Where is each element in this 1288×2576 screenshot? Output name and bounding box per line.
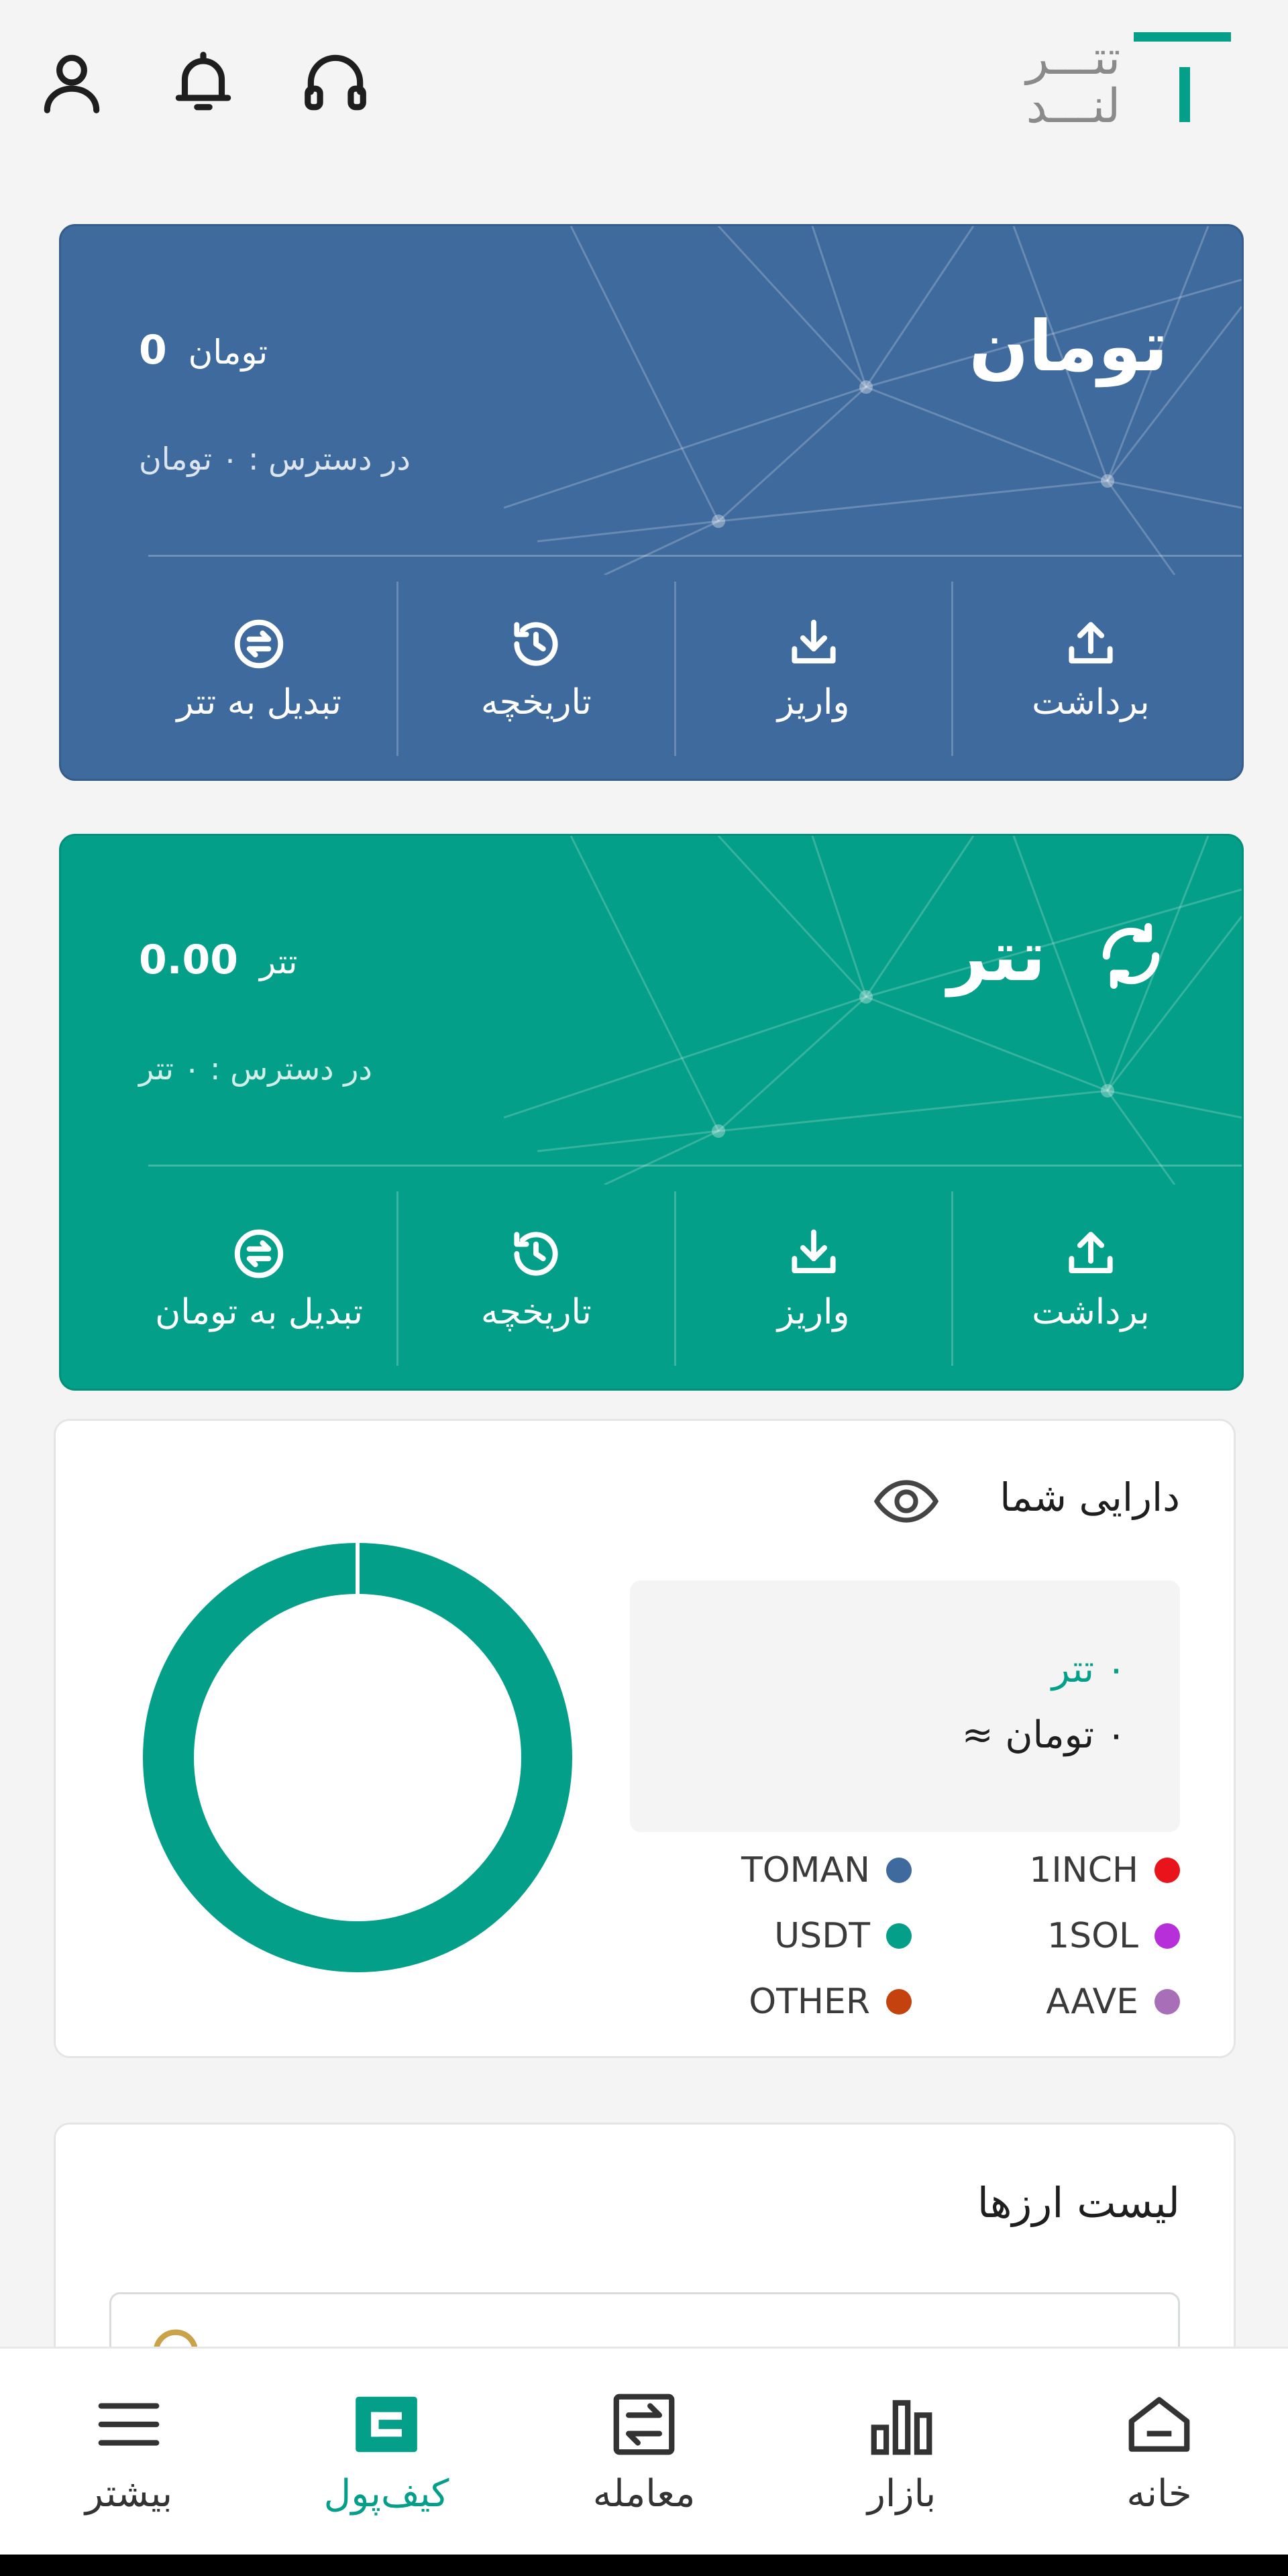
toman-balance: تومان 0 [139, 327, 268, 374]
assets-card: دارایی شما ۰ تتر ۰ تومان ≈ 1INCH TOMAN 1… [54, 1419, 1236, 2058]
tether-balance: تتر 0.00 [139, 936, 298, 983]
notifications-button[interactable] [166, 39, 240, 126]
toman-convert-button[interactable]: تبدیل به تتر [121, 582, 396, 756]
logo-wordmark: تتـــر لنـــد [1006, 34, 1140, 130]
legend-dot [1155, 1989, 1180, 2015]
tether-card-title: تتر [948, 910, 1168, 997]
nav-trade[interactable]: معامله [515, 2349, 773, 2555]
nav-home[interactable]: خانه [1030, 2349, 1288, 2555]
tether-convert-button[interactable]: تبدیل به تومان [121, 1191, 396, 1366]
tether-withdraw-button[interactable]: برداشت [951, 1191, 1228, 1366]
nav-wallet[interactable]: کیف‌پول [258, 2349, 515, 2555]
headset-icon [305, 54, 366, 111]
tether-wallet-card: تتر تتر 0.00 در دسترس : ۰ تتر برداشت وار… [59, 834, 1244, 1391]
legend-item-1sol: 1SOL [938, 1909, 1180, 1963]
profile-button[interactable] [35, 39, 109, 126]
legend-item-usdt: USDT [670, 1909, 912, 1963]
toman-card-title: تومان [969, 305, 1168, 387]
network-pattern [504, 226, 1242, 575]
asset-usdt-amount: ۰ تتر [1051, 1648, 1126, 1691]
home-icon [1128, 2397, 1190, 2452]
toman-wallet-card: تومان تومان 0 در دسترس : ۰ تومان برداشت … [59, 224, 1244, 781]
legend-dot [886, 1989, 912, 2015]
toman-history-button[interactable]: تاریخچه [396, 582, 674, 756]
toman-deposit-button[interactable]: واریز [674, 582, 951, 756]
tether-available: در دسترس : ۰ تتر [139, 1051, 372, 1087]
logo-text-bottom: لنـــد [1026, 78, 1121, 133]
legend-dot [886, 1858, 912, 1883]
logo-text-top: تتـــر [1026, 30, 1121, 85]
history-icon [514, 622, 558, 666]
support-button[interactable] [299, 39, 372, 126]
assets-title: دارایی شما [1000, 1474, 1180, 1520]
upload-icon [1069, 622, 1113, 664]
wallet-icon [356, 2396, 417, 2453]
refresh-icon[interactable] [1094, 919, 1168, 993]
trade-icon [613, 2394, 675, 2455]
asset-summary-box: ۰ تتر ۰ تومان ≈ [630, 1580, 1180, 1832]
asset-legend: 1INCH TOMAN 1SOL USDT AAVE OTHER [670, 1843, 1180, 2045]
card-divider [148, 1165, 1242, 1167]
top-header: تتـــر لنـــد [0, 0, 1288, 174]
bar-chart-icon [871, 2400, 932, 2455]
exchange-icon [234, 619, 284, 669]
legend-dot [886, 1923, 912, 1949]
legend-item-toman: TOMAN [670, 1843, 912, 1897]
upload-icon [1069, 1232, 1113, 1274]
tether-deposit-button[interactable]: واریز [674, 1191, 951, 1366]
toman-available: در دسترس : ۰ تومان [139, 441, 411, 477]
legend-item-other: OTHER [670, 1975, 912, 2029]
tether-actions: برداشت واریز تاریخچه تبدیل به تومان [121, 1191, 1228, 1366]
download-icon [792, 619, 836, 664]
bottom-navigation: خانه بازار معامله کیف‌پول بیشتر [0, 2347, 1288, 2555]
toman-balance-unit: تومان [188, 333, 268, 372]
tether-balance-unit: تتر [259, 943, 298, 981]
tether-balance-value: 0.00 [139, 936, 239, 983]
asset-toman-amount: ۰ تومان ≈ [961, 1713, 1126, 1757]
legend-item-aave: AAVE [938, 1975, 1180, 2029]
legend-dot [1155, 1923, 1180, 1949]
legend-dot [1155, 1858, 1180, 1883]
network-pattern [504, 836, 1242, 1185]
toman-balance-value: 0 [139, 327, 167, 374]
card-divider [148, 555, 1242, 557]
toman-withdraw-button[interactable]: برداشت [951, 582, 1228, 756]
nav-more[interactable]: بیشتر [0, 2349, 258, 2555]
currency-list-title: لیست ارزها [977, 2178, 1180, 2227]
legend-item-1inch: 1INCH [938, 1843, 1180, 1897]
tether-history-button[interactable]: تاریخچه [396, 1191, 674, 1366]
user-icon [44, 54, 100, 113]
history-icon [514, 1232, 558, 1276]
menu-icon [98, 2403, 160, 2446]
bell-icon [175, 52, 231, 111]
download-icon [792, 1229, 836, 1274]
nav-market[interactable]: بازار [773, 2349, 1030, 2555]
asset-donut-chart [143, 1542, 572, 1972]
system-navigation-bar [0, 2555, 1288, 2576]
eye-icon[interactable] [874, 1474, 938, 1528]
exchange-icon [234, 1229, 284, 1279]
toman-actions: برداشت واریز تاریخچه تبدیل به تتر [121, 582, 1228, 756]
